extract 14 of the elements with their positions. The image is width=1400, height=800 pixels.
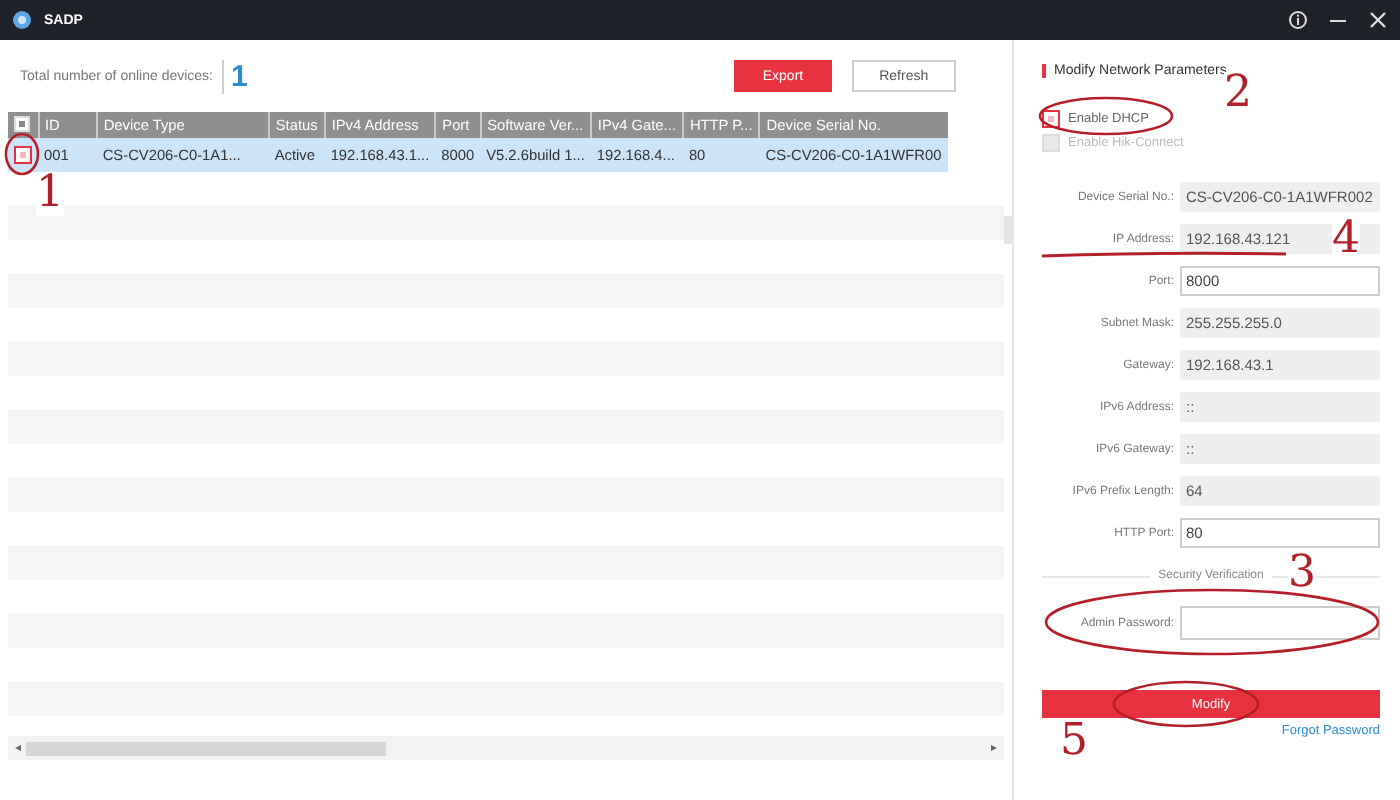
annotation-number: 1 xyxy=(36,172,64,216)
scroll-right-icon xyxy=(990,744,999,752)
annotation-circle xyxy=(1038,96,1174,136)
close-icon[interactable] xyxy=(1368,10,1388,30)
select-all-checkbox-icon xyxy=(14,115,30,131)
annotation-circle xyxy=(4,132,40,176)
password-field[interactable] xyxy=(1180,606,1380,640)
scroll-left-icon xyxy=(14,744,22,752)
scrollbar-thumb[interactable] xyxy=(26,741,386,755)
info-icon[interactable] xyxy=(1288,10,1308,30)
row-checkbox[interactable] xyxy=(14,146,32,165)
horizontal-scrollbar[interactable] xyxy=(8,736,1005,760)
device-count: 1 xyxy=(221,59,248,93)
app-logo-icon xyxy=(12,10,32,30)
